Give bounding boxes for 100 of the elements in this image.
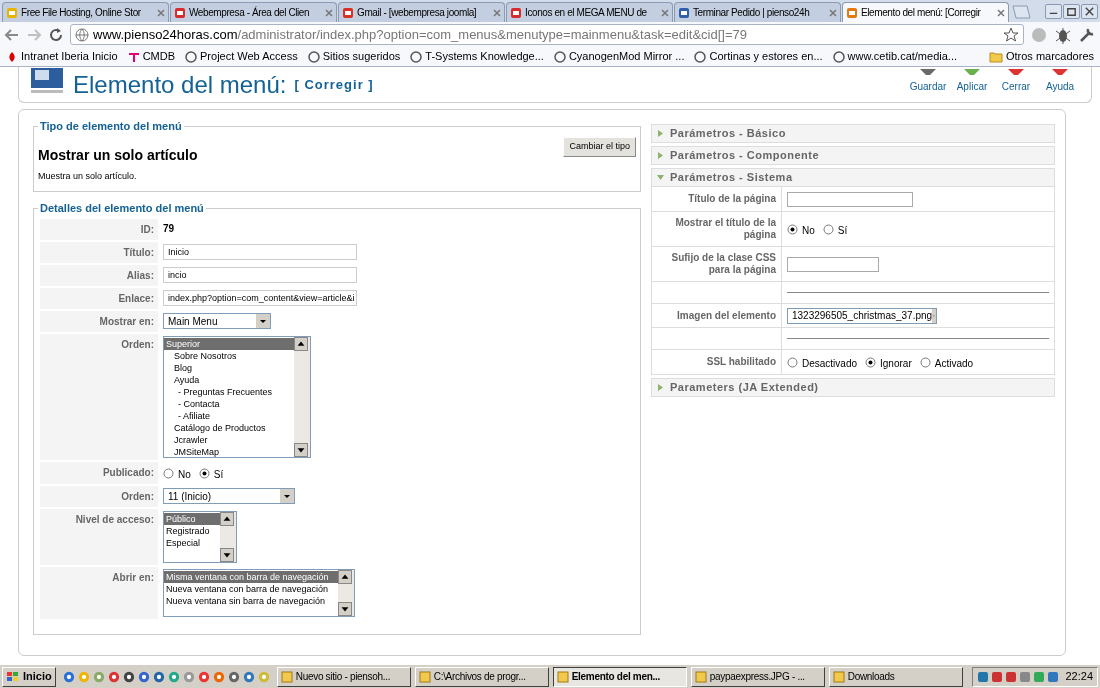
list-option[interactable]: Blog xyxy=(164,362,294,374)
extension-icon[interactable] xyxy=(1030,25,1048,44)
taskbar-button[interactable]: paypaexpress.JPG - ... xyxy=(690,666,825,687)
list-option[interactable]: JMSiteMap xyxy=(164,446,294,457)
quick-launch-icon[interactable] xyxy=(152,670,165,683)
taskbar-button[interactable]: Elemento del men... xyxy=(552,666,687,687)
radio-button[interactable] xyxy=(163,467,174,479)
quick-launch-icon[interactable] xyxy=(122,670,135,683)
tray-icon[interactable] xyxy=(977,670,990,683)
scroll-up-icon[interactable] xyxy=(220,512,234,526)
text-field[interactable]: incio xyxy=(163,267,357,283)
address-bar[interactable]: www.pienso24horas.com/administrator/index.php?option=com_menus&menutype=mainmenu&task=edit&cid[]=79 xyxy=(70,24,1024,45)
list-option[interactable]: Especial xyxy=(164,537,220,549)
taskbar-button[interactable]: C:\Archivos de progr... xyxy=(414,666,549,687)
close-icon[interactable] xyxy=(997,8,1005,17)
bug-icon[interactable] xyxy=(1054,25,1072,44)
bookmark-link[interactable]: CMDB xyxy=(127,48,175,65)
dropdown[interactable]: 1323296505_christmas_37.png xyxy=(787,307,937,324)
list-option[interactable]: Superior xyxy=(164,338,294,350)
list-option[interactable]: Nueva ventana sin barra de navegación xyxy=(164,595,338,607)
browser-tab[interactable]: Iconos en el MEGA MENU de xyxy=(506,2,673,22)
quick-launch-icon[interactable] xyxy=(197,670,210,683)
dropdown[interactable]: 11 (Inicio) xyxy=(163,488,295,504)
text-field[interactable] xyxy=(787,191,913,207)
toolbar-button[interactable]: Aplicar xyxy=(951,69,993,94)
dropdown[interactable]: Main Menu xyxy=(163,313,271,329)
menu-item-icon xyxy=(29,68,65,94)
list-box[interactable]: Público Registrado Especial xyxy=(163,511,237,563)
list-option[interactable]: Sobre Nosotros xyxy=(164,350,294,362)
reload-icon[interactable] xyxy=(48,26,64,43)
star-icon[interactable] xyxy=(1003,26,1019,43)
scroll-down-icon[interactable] xyxy=(220,548,234,562)
back-icon[interactable] xyxy=(4,26,20,43)
new-tab-icon[interactable] xyxy=(1010,5,1032,19)
start-button[interactable]: Inicio xyxy=(2,666,56,687)
scroll-up-icon[interactable] xyxy=(338,570,352,584)
list-box[interactable]: Misma ventana con barra de navegación Nueva ventana con barra de navegación Nueva ventana sin barra de navegación xyxy=(163,569,355,617)
list-option[interactable]: Ayuda xyxy=(164,374,294,386)
radio-button[interactable] xyxy=(865,356,877,368)
browser-tab[interactable]: Terminar Pedido | pienso24h xyxy=(674,2,841,22)
other-bookmarks-link[interactable]: Otros marcadores xyxy=(988,48,1094,65)
accordion-header[interactable]: Parámetros - Componente xyxy=(652,147,1054,164)
minimize-icon[interactable] xyxy=(1045,4,1062,19)
tray-icon[interactable] xyxy=(1019,670,1032,683)
change-type-button[interactable]: Cambiar el tipo xyxy=(563,137,636,157)
quick-launch-icon[interactable] xyxy=(242,670,255,683)
radio-button[interactable] xyxy=(787,356,798,368)
browser-tab[interactable]: Gmail - [webempresa joomla] xyxy=(338,2,505,22)
bookmark-link[interactable]: Cortinas y estores en... xyxy=(694,48,823,65)
scroll-down-icon[interactable] xyxy=(294,443,308,457)
list-option[interactable]: - Afiliate xyxy=(164,410,294,422)
accordion-header[interactable]: Parámetros - Sistema xyxy=(652,169,1054,186)
radio-button[interactable] xyxy=(822,223,834,235)
field-label: Abrir en: xyxy=(112,571,154,585)
list-option[interactable]: - Contacta xyxy=(164,398,294,410)
bookmark-link[interactable]: Sitios sugeridos xyxy=(307,48,401,65)
restore-icon[interactable] xyxy=(1063,4,1080,19)
text-field[interactable]: index.php?option=com_content&view=article&i xyxy=(163,290,357,306)
tray-icon[interactable] xyxy=(1033,670,1046,683)
browser-tab[interactable]: Webempresa - Área del Clien xyxy=(170,2,337,22)
radio-button[interactable] xyxy=(198,467,210,479)
field-label: Orden: xyxy=(121,490,154,504)
quick-launch-icon[interactable] xyxy=(227,670,240,683)
list-option[interactable]: Jcrawler xyxy=(164,434,294,446)
bookmark-link[interactable]: Project Web Access xyxy=(185,48,298,65)
list-option[interactable]: - Preguntas Frecuentes xyxy=(164,386,294,398)
scroll-up-icon[interactable] xyxy=(294,337,308,351)
bookmark-link[interactable]: Intranet Iberia Inicio xyxy=(6,48,118,65)
list-option[interactable]: Catálogo de Productos xyxy=(164,422,294,434)
list-option[interactable]: Registrado xyxy=(164,525,220,537)
toolbar-button[interactable]: Guardar xyxy=(907,69,949,94)
quick-launch-icon[interactable] xyxy=(137,670,150,683)
text-field[interactable] xyxy=(787,256,879,272)
taskbar-button[interactable]: Downloads xyxy=(828,666,963,687)
tray-icon[interactable] xyxy=(1005,670,1018,683)
tray-icon[interactable] xyxy=(1047,670,1060,683)
toolbar-button[interactable]: Ayuda xyxy=(1039,69,1081,94)
toolbar-button[interactable]: Cerrar xyxy=(995,69,1037,94)
radio-button[interactable] xyxy=(787,223,798,235)
bookmark-link[interactable]: www.cetib.cat/media... xyxy=(832,48,957,65)
browser-tab[interactable]: Elemento del menú: [Corregir xyxy=(842,2,1009,22)
globe-icon xyxy=(75,27,89,42)
bookmark-icon xyxy=(832,50,845,63)
scroll-down-icon[interactable] xyxy=(338,602,352,616)
list-box[interactable]: Superior Sobre Nosotros Blog Ayuda - Preguntas Frecuentes - Contacta - Afiliate Catálogo de Productos Jcrawler JMSiteMap xyxy=(163,336,311,458)
bookmark-link[interactable]: CyanogenMod Mirror ... xyxy=(553,48,685,65)
radio-button[interactable] xyxy=(919,356,931,368)
text-field[interactable]: Inicio xyxy=(163,244,357,260)
quick-launch-icon[interactable] xyxy=(62,670,75,683)
list-option[interactable]: Público xyxy=(164,513,220,525)
list-option[interactable]: Misma ventana con barra de navegación xyxy=(164,571,338,583)
list-option[interactable]: Nueva ventana con barra de navegación xyxy=(164,583,338,595)
browser-tab[interactable]: Free File Hosting, Online Stor xyxy=(2,2,169,22)
quick-launch-icon[interactable] xyxy=(107,670,120,683)
accordion-header[interactable]: Parámetros - Básico xyxy=(652,125,1054,142)
tray-icon[interactable] xyxy=(991,670,1004,683)
taskbar-button[interactable]: Nuevo sitio - piensoh... xyxy=(276,666,411,687)
close-icon[interactable] xyxy=(1081,4,1098,19)
bookmark-link[interactable]: T-Systems Knowledge... xyxy=(410,48,544,65)
accordion-header[interactable]: Parameters (JA Extended) xyxy=(652,379,1054,396)
